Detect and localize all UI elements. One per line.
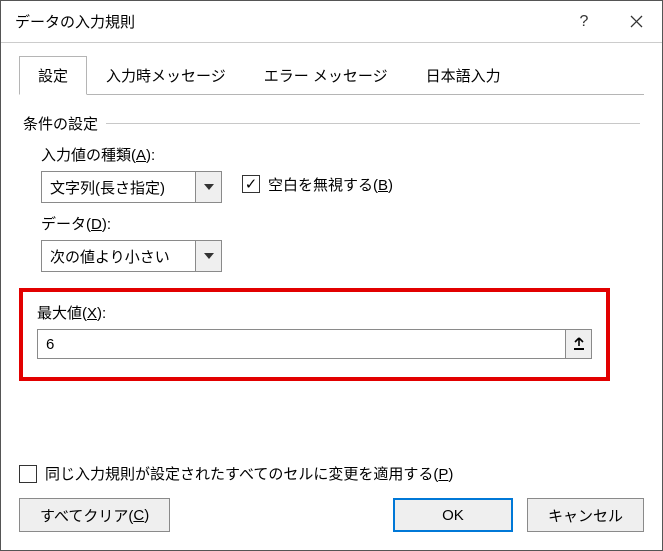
dialog-body: 設定 入力時メッセージ エラー メッセージ 日本語入力 条件の設定 入力値の種類… [1, 43, 662, 484]
tab-input-message[interactable]: 入力時メッセージ [87, 56, 245, 94]
checkbox-empty-icon [19, 465, 37, 483]
chevron-down-icon [204, 253, 214, 259]
checkbox-icon [242, 175, 260, 193]
ok-button[interactable]: OK [393, 498, 513, 532]
tab-error-alert[interactable]: エラー メッセージ [245, 56, 407, 94]
criteria-group: 条件の設定 入力値の種類(A): 文字列(長さ指定) [19, 113, 644, 381]
data-validation-dialog: データの入力規則 ? 設定 入力時メッセージ エラー メッセージ 日本語入力 条… [0, 0, 663, 551]
clear-all-button[interactable]: すべてクリア(C) [19, 498, 170, 532]
criteria-group-title: 条件の設定 [23, 113, 98, 134]
cancel-button[interactable]: キャンセル [527, 498, 644, 532]
ignore-blank-checkbox[interactable]: 空白を無視する(B) [242, 174, 393, 195]
max-field-highlight: 最大値(X): [19, 288, 610, 381]
tab-ime-mode[interactable]: 日本語入力 [407, 56, 520, 94]
allow-select-arrow[interactable] [196, 171, 222, 203]
ignore-blank-label: 空白を無視する(B) [268, 174, 393, 195]
apply-to-all-checkbox[interactable]: 同じ入力規則が設定されたすべてのセルに変更を適用する(P) [19, 463, 644, 484]
apply-to-all-label: 同じ入力規則が設定されたすべてのセルに変更を適用する(P) [45, 463, 453, 484]
tab-settings[interactable]: 設定 [19, 56, 87, 95]
data-select-arrow[interactable] [196, 240, 222, 272]
allow-select[interactable]: 文字列(長さ指定) [41, 171, 222, 203]
allow-select-value: 文字列(長さ指定) [41, 171, 196, 203]
titlebar: データの入力規則 ? [1, 1, 662, 43]
data-label: データ(D): [41, 213, 111, 234]
close-button[interactable] [610, 1, 662, 43]
data-select[interactable]: 次の値より小さい [41, 240, 640, 272]
dialog-footer: すべてクリア(C) OK キャンセル [1, 484, 662, 550]
allow-label: 入力値の種類(A): [41, 144, 155, 165]
max-input[interactable] [37, 329, 566, 359]
close-icon [630, 15, 643, 28]
dialog-title: データの入力規則 [15, 11, 558, 32]
data-select-value: 次の値より小さい [41, 240, 196, 272]
chevron-down-icon [204, 184, 214, 190]
range-picker-button[interactable] [566, 329, 592, 359]
range-picker-icon [573, 337, 585, 351]
tab-bar: 設定 入力時メッセージ エラー メッセージ 日本語入力 [19, 57, 644, 95]
help-button[interactable]: ? [558, 1, 610, 43]
group-divider [106, 123, 640, 124]
max-label: 最大値(X): [37, 305, 106, 322]
